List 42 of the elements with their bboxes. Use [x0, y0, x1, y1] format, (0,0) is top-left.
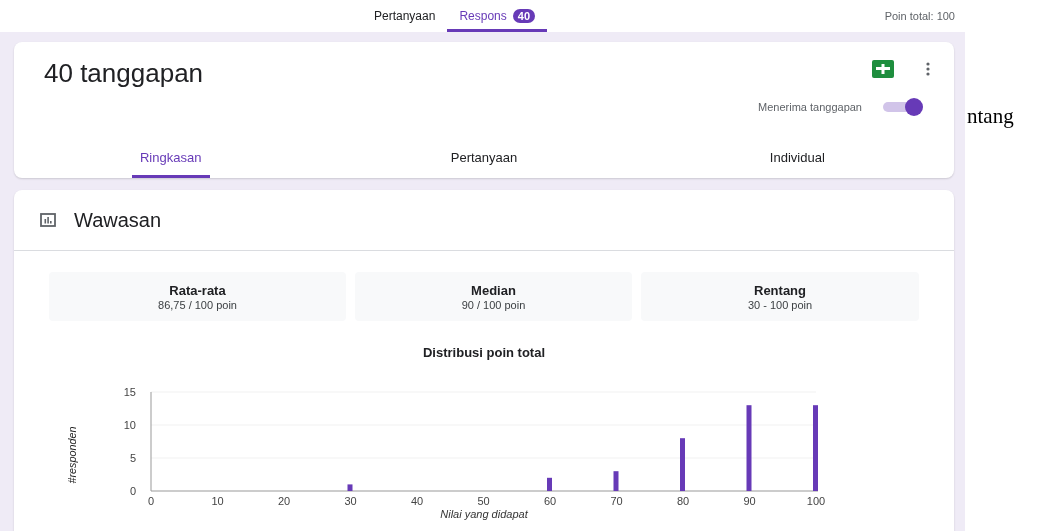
bar: [547, 477, 552, 491]
stat-label: Rentang: [754, 282, 806, 298]
x-axis-title: Nilai yang didapat: [440, 508, 528, 520]
chart-title: Distribusi poin total: [422, 345, 546, 360]
tab[interactable]: Pertanyaan: [445, 150, 523, 178]
tab[interactable]: Individual: [758, 150, 837, 178]
stat-value: 30 - 100 poin: [747, 298, 813, 311]
axis-tick-label: 10: [123, 419, 136, 431]
tab[interactable]: Ringkasan: [131, 150, 210, 178]
axis-tick-label: 100: [806, 495, 826, 507]
axis-tick-label: 50: [477, 495, 490, 507]
spreadsheet-icon[interactable]: [872, 60, 894, 78]
axis-tick-label: 5: [129, 452, 136, 464]
axis-tick-label: 60: [543, 495, 557, 507]
y-axis-title: #responden: [66, 425, 78, 484]
tab[interactable]: Pertanyaan: [362, 0, 448, 32]
stat-label: Median: [471, 282, 516, 298]
stat-value: 90 / 100 poin: [461, 298, 526, 311]
axis-tick-label: 40: [410, 495, 424, 507]
axis-tick-label: 20: [277, 495, 291, 507]
section-title: Wawasan: [74, 208, 162, 232]
accepting-responses-label: Menerima tanggapan: [758, 101, 862, 113]
stray-text: ntang: [966, 103, 1014, 130]
stat-label: Rata-rata: [169, 282, 226, 298]
total-points: Poin total: 100: [884, 10, 955, 22]
axis-tick-label: 90: [743, 495, 756, 507]
bar: [347, 484, 353, 491]
chart-icon: [40, 213, 56, 227]
bar: [613, 471, 619, 491]
axis-tick-label: 30: [344, 495, 357, 507]
bar: [680, 438, 685, 491]
axis-tick-label: 80: [676, 495, 690, 507]
response-count-title: 40 tanggapan: [44, 58, 205, 89]
more-options-icon[interactable]: [926, 62, 930, 76]
toggle-switch[interactable]: [880, 97, 926, 117]
axis-tick-label: 0: [147, 495, 155, 507]
axis-tick-label: 0: [129, 485, 136, 497]
count-badge: 40: [512, 9, 535, 23]
axis-tick-label: 15: [123, 386, 136, 398]
stat-value: 86,75 / 100 poin: [158, 298, 237, 311]
axis-tick-label: 70: [610, 495, 623, 507]
axis-tick-label: 10: [211, 495, 224, 507]
